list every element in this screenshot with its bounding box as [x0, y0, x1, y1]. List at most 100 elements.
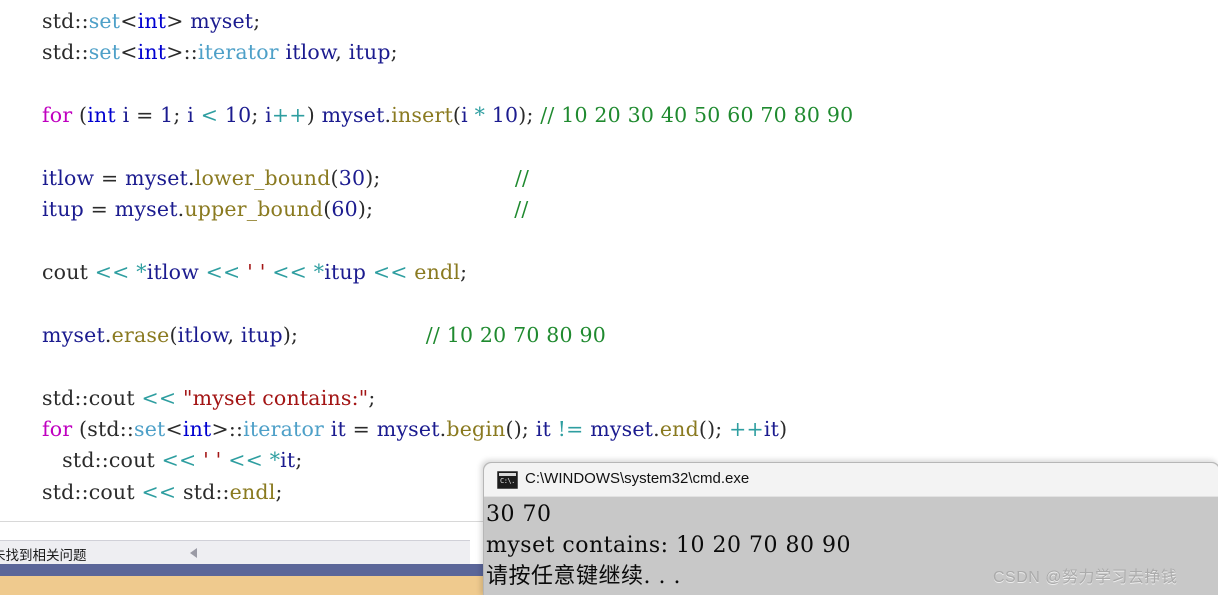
code-token-num: 60 [331, 197, 358, 222]
code-token-op: ++ [271, 103, 307, 128]
code-token-id: itup [324, 260, 367, 285]
code-line[interactable]: std::set<int>::iterator itlow, itup; [42, 37, 853, 68]
code-token-id: it [280, 448, 296, 473]
cmd-icon: C:\. [497, 471, 518, 489]
code-token-punct: ; [295, 448, 303, 473]
cmd-icon-glyph: C:\. [500, 477, 515, 485]
code-token-punct: = [83, 197, 115, 222]
code-line[interactable] [42, 226, 853, 257]
console-titlebar[interactable]: C:\. C:\WINDOWS\system32\cmd.exe [484, 463, 1218, 497]
code-token-type: int [137, 9, 167, 33]
code-token-kw: for [42, 103, 73, 128]
code-token-class: iterator [197, 40, 279, 65]
error-list-panel[interactable]: 未找到相关问题 [0, 540, 470, 565]
csdn-watermark: CSDN @努力学习去挣钱 [993, 569, 1178, 586]
code-token-op: << [134, 385, 183, 410]
code-token-class: set [88, 40, 121, 65]
code-token-type: int [137, 40, 167, 65]
code-token-punct: ); [357, 197, 374, 222]
code-token-comment: // [514, 165, 530, 190]
code-token-punct: :: [74, 479, 89, 504]
code-token-func: insert [391, 103, 453, 128]
code-token-punct: ; [253, 9, 261, 33]
code-token-punct: . [104, 322, 112, 347]
code-token-punct: :: [119, 417, 134, 442]
code-token-punct: > [211, 417, 229, 442]
code-editor[interactable]: std::set<int> myset; std::set<int>::itera… [0, 0, 1218, 522]
code-token-id: myset [183, 9, 254, 33]
code-token-kw: for [42, 417, 73, 442]
code-token-id: myset [376, 417, 440, 442]
code-token-plain: cout [88, 479, 135, 504]
code-token-op: ++ [729, 417, 764, 442]
code-token-plain: cout [42, 260, 89, 285]
code-text[interactable]: std::set<int> myset; std::set<int>::itera… [42, 6, 853, 508]
code-token-punct: (); [505, 417, 536, 442]
code-token-op: << [198, 260, 248, 285]
code-line[interactable]: itup = myset.upper_bound(60); // [42, 194, 853, 225]
code-token-punct: :: [74, 40, 89, 65]
code-token-plain: std [42, 479, 75, 504]
code-token-id: i [115, 103, 130, 128]
code-token-op: << [366, 260, 415, 285]
code-token-op: << [88, 260, 137, 285]
code-line[interactable]: itlow = myset.lower_bound(30); // [42, 163, 853, 194]
code-token-comment: // 10 20 70 80 90 [425, 322, 606, 347]
code-token-num: 1 [160, 103, 174, 128]
code-token-plain: std [42, 385, 75, 410]
code-token-class: set [88, 9, 121, 33]
code-token-num: 10 [224, 103, 252, 128]
code-token-punct: ; [460, 260, 468, 285]
code-token-punct: , [227, 322, 241, 347]
screenshot-root: std::set<int> myset; std::set<int>::itera… [0, 0, 1218, 595]
code-token-id: myset [125, 165, 188, 190]
code-token-id: myset [42, 322, 105, 347]
code-token-id: itup [240, 322, 283, 347]
code-token-op: < [194, 103, 225, 128]
code-line[interactable]: std::cout << "myset contains:"; [42, 383, 853, 414]
code-token-type: int [182, 417, 212, 442]
code-token-op: << [221, 448, 270, 473]
code-token-id: itlow [146, 260, 199, 285]
code-token-id: myset [590, 417, 654, 442]
code-token-class: iterator [243, 417, 325, 442]
code-token-plain: std [42, 9, 75, 33]
code-token-func: begin [446, 417, 506, 442]
code-token-punct: < [165, 417, 183, 442]
code-token-type: int [87, 103, 116, 128]
code-line[interactable] [42, 289, 853, 320]
console-output-line: 30 70 [486, 502, 552, 527]
code-token-punct: = [94, 165, 126, 190]
code-token-id: it [535, 417, 551, 442]
code-line[interactable] [42, 69, 853, 100]
code-token-punct: ; [251, 103, 266, 128]
collapse-left-triangle-icon[interactable] [190, 548, 197, 558]
code-token-id: itlow [42, 165, 95, 190]
code-token-punct: (); [698, 417, 730, 442]
code-line[interactable] [42, 132, 853, 163]
code-token-id: i [265, 103, 272, 128]
code-token-func: upper_bound [184, 197, 324, 222]
code-token-punct: ) [779, 417, 788, 442]
code-token-punct: < [120, 40, 138, 65]
code-token-punct: ; [390, 40, 398, 65]
code-line[interactable]: std::set<int> myset; [42, 6, 853, 37]
code-line[interactable]: cout << *itlow << ' ' << *itup << endl; [42, 257, 853, 288]
code-token-comment: // 10 20 30 40 50 60 70 80 90 [540, 103, 854, 128]
code-token-punct: = [345, 417, 377, 442]
code-line[interactable]: myset.erase(itlow, itup); // 10 20 70 80… [42, 320, 853, 351]
code-token-punct: :: [94, 448, 109, 473]
code-line[interactable]: for (int i = 1; i < 10; i++) myset.inser… [42, 100, 853, 131]
code-token-func: erase [111, 322, 170, 347]
code-token-func: end [659, 417, 699, 442]
code-line[interactable]: for (std::set<int>::iterator it = myset.… [42, 414, 853, 445]
code-token-punct: ; [173, 103, 188, 128]
code-token-punct: > [166, 40, 184, 65]
code-line[interactable] [42, 351, 853, 382]
code-token-punct: :: [74, 9, 89, 33]
error-list-label: 未找到相关问题 [0, 548, 87, 563]
code-token-plain: cout [88, 385, 135, 410]
